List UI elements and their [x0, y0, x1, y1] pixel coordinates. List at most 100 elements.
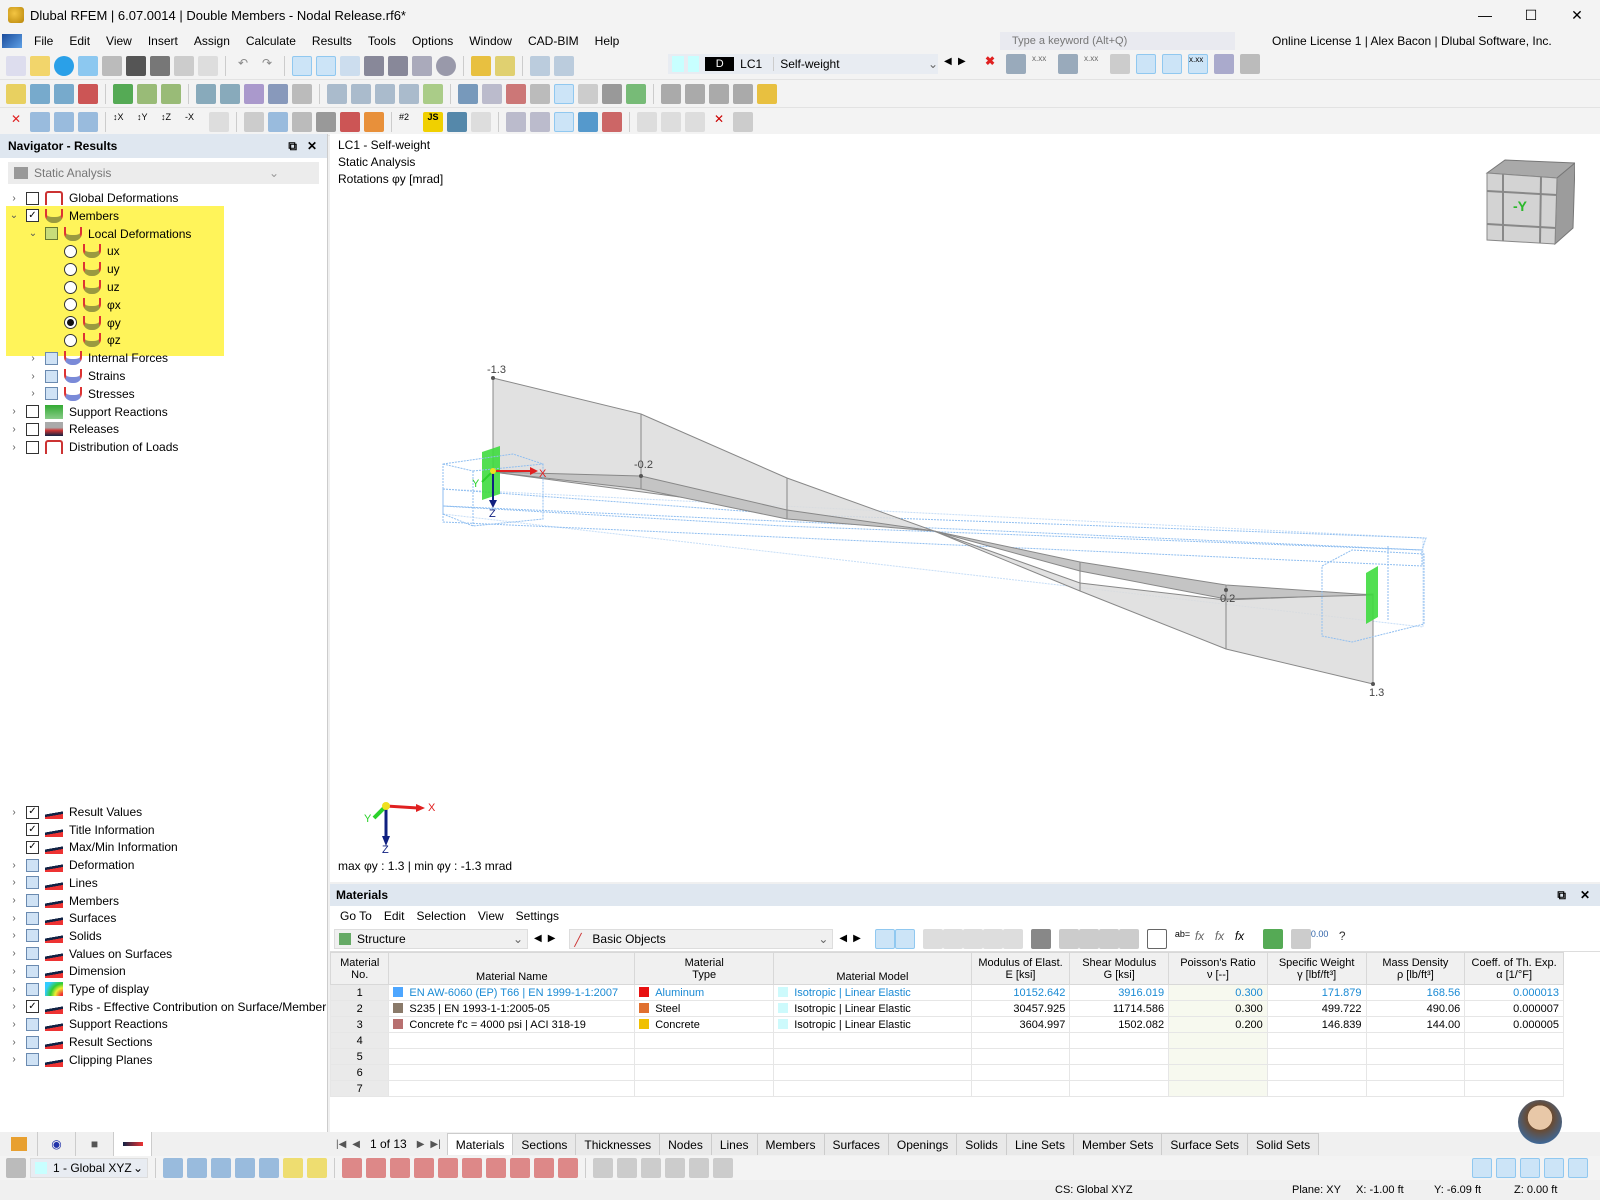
display-checkbox[interactable]: ✓ — [26, 823, 39, 837]
tool-surface-icon[interactable] — [196, 83, 216, 104]
cell-empty[interactable] — [1464, 1032, 1564, 1049]
display-item[interactable]: ✓ Max/Min Information — [8, 838, 178, 856]
cell-nu[interactable]: 0.300 — [1168, 1000, 1268, 1017]
expand-icon[interactable]: › — [8, 930, 20, 941]
result-icon-2[interactable] — [1058, 54, 1078, 74]
columns-icon[interactable] — [1290, 928, 1311, 949]
cloud-icon[interactable] — [54, 55, 74, 76]
close-panel-icon[interactable]: ✕ — [307, 139, 317, 153]
menu-settings[interactable]: Settings — [510, 909, 565, 923]
cell-empty[interactable] — [1069, 1032, 1170, 1049]
snap-settings-icon[interactable] — [530, 111, 550, 132]
snap-grid-icon[interactable] — [163, 1158, 183, 1178]
view-iso-icon[interactable] — [30, 111, 50, 132]
cell-empty[interactable] — [1168, 1080, 1268, 1097]
snap-polar-icon[interactable] — [211, 1158, 231, 1178]
cell-empty[interactable] — [773, 1064, 972, 1081]
table-row[interactable]: 4 — [329, 1032, 1564, 1049]
tables-toggle-icon[interactable] — [316, 55, 336, 76]
table-row[interactable]: 1 EN AW-6060 (EP) T66 | EN 1999-1-1:2007 A… — [329, 984, 1564, 1001]
3d-viewport[interactable]: LC1 - Self-weight Static Analysis Rotati… — [330, 134, 1600, 882]
chevron-down-icon[interactable]: ⌄ — [133, 1161, 143, 1175]
view-x-icon[interactable]: ↕X — [113, 112, 133, 132]
cell-name[interactable]: S235 | EN 1993-1-1:2005-05 — [388, 1000, 636, 1017]
cell-G[interactable]: 11714.586 — [1069, 1000, 1170, 1017]
minimize-button[interactable]: — — [1462, 0, 1508, 30]
nav-tab-display[interactable]: ◉ — [38, 1132, 76, 1156]
cell-rho[interactable]: 144.00 — [1365, 1016, 1466, 1033]
tool-grid-icon[interactable] — [399, 83, 419, 104]
tree-item[interactable]: uy — [64, 260, 120, 278]
cell-E[interactable]: 3604.997 — [970, 1016, 1071, 1033]
formula-icon[interactable]: fx — [1195, 929, 1215, 949]
tree-checkbox[interactable] — [45, 369, 58, 383]
tree-checkbox[interactable] — [45, 387, 58, 401]
expand-icon[interactable]: › — [27, 371, 39, 382]
lc-prev-icon[interactable]: ◀ — [944, 56, 952, 67]
cell-empty[interactable] — [1266, 1064, 1367, 1081]
tab-nodes[interactable]: Nodes — [659, 1133, 712, 1155]
cell-empty[interactable] — [634, 1048, 775, 1065]
result-settings-icon[interactable] — [1214, 54, 1234, 74]
table-row[interactable]: 2 S235 | EN 1993-1-1:2005-05 Steel Isotropi… — [329, 1000, 1564, 1017]
cell-no[interactable]: 3 — [329, 1016, 390, 1033]
text-format-icon[interactable]: ab= — [1175, 929, 1195, 949]
display-mode-icon[interactable] — [244, 111, 264, 132]
cell-E[interactable]: 10152.642 — [970, 984, 1071, 1001]
cell-empty[interactable] — [1266, 1080, 1367, 1097]
cell-empty[interactable] — [1266, 1032, 1367, 1049]
display-checkbox[interactable] — [26, 1017, 39, 1031]
tab-solid-sets[interactable]: Solid Sets — [1247, 1133, 1320, 1155]
result-values-icon[interactable]: x.xx — [1032, 54, 1052, 74]
tab-openings[interactable]: Openings — [887, 1133, 958, 1155]
glue-toggle-icon[interactable] — [1520, 1158, 1540, 1178]
remove-icon[interactable] — [1078, 928, 1099, 949]
cell-empty[interactable] — [1168, 1048, 1268, 1065]
tool-dim-icon[interactable] — [327, 83, 347, 104]
macro-icon[interactable] — [447, 111, 467, 132]
table-icon[interactable] — [922, 928, 943, 949]
tree-item[interactable]: › Releases — [8, 420, 119, 438]
tree-item[interactable]: φx — [64, 296, 121, 314]
properties-icon[interactable] — [340, 55, 360, 76]
tree-item[interactable]: › Strains — [27, 367, 125, 385]
cell-gamma[interactable]: 171.879 — [1266, 984, 1367, 1001]
display-item[interactable]: › Surfaces — [8, 909, 116, 927]
tool-line-icon[interactable] — [30, 83, 50, 104]
tree-checkbox[interactable] — [26, 191, 39, 205]
slope-icon[interactable] — [689, 1158, 709, 1178]
cell-alpha[interactable]: 0.000013 — [1464, 984, 1564, 1001]
tree-checkbox[interactable]: ✓ — [26, 209, 39, 223]
cell-empty[interactable] — [1069, 1064, 1170, 1081]
tool-scale-icon[interactable] — [733, 83, 753, 104]
table-row[interactable]: 7 — [329, 1080, 1564, 1097]
snap-guide-icon[interactable] — [259, 1158, 279, 1178]
nav-tab-results[interactable] — [114, 1132, 152, 1156]
view-y-icon[interactable]: ↕Y — [137, 112, 157, 132]
result-radio[interactable] — [64, 333, 77, 347]
tool-distribute-icon[interactable] — [685, 83, 705, 104]
tab-line-sets[interactable]: Line Sets — [1005, 1133, 1074, 1155]
share-icon[interactable] — [78, 55, 98, 76]
cell-empty[interactable] — [1464, 1048, 1564, 1065]
result-display-icon[interactable] — [1162, 54, 1182, 74]
menu-edit[interactable]: Edit — [378, 909, 411, 923]
cell-model[interactable]: Isotropic | Linear Elastic — [773, 984, 972, 1001]
expand-icon[interactable]: › — [8, 193, 20, 204]
magnet-toggle-icon[interactable] — [1544, 1158, 1564, 1178]
prev-page-icon[interactable]: ◀ — [352, 1139, 360, 1150]
result-values-2-icon[interactable]: x.xx — [1084, 54, 1104, 74]
cell-no[interactable]: 6 — [329, 1064, 390, 1081]
sync-view-icon[interactable] — [894, 928, 915, 949]
display-checkbox[interactable] — [26, 858, 39, 872]
import-icon[interactable] — [1058, 928, 1079, 949]
menu-results[interactable]: Results — [304, 30, 360, 52]
snap-object-icon[interactable] — [554, 111, 574, 132]
cell-G[interactable]: 1502.082 — [1069, 1016, 1170, 1033]
cell-name[interactable]: EN AW-6060 (EP) T66 | EN 1999-1-1:2007 — [388, 984, 636, 1001]
next-loadcase-icon[interactable] — [554, 55, 574, 76]
expand-icon[interactable]: › — [8, 424, 20, 435]
solid-mode-icon[interactable] — [316, 111, 336, 132]
tool-support-results-icon[interactable] — [626, 83, 646, 104]
excel-export-icon[interactable] — [1262, 928, 1283, 949]
